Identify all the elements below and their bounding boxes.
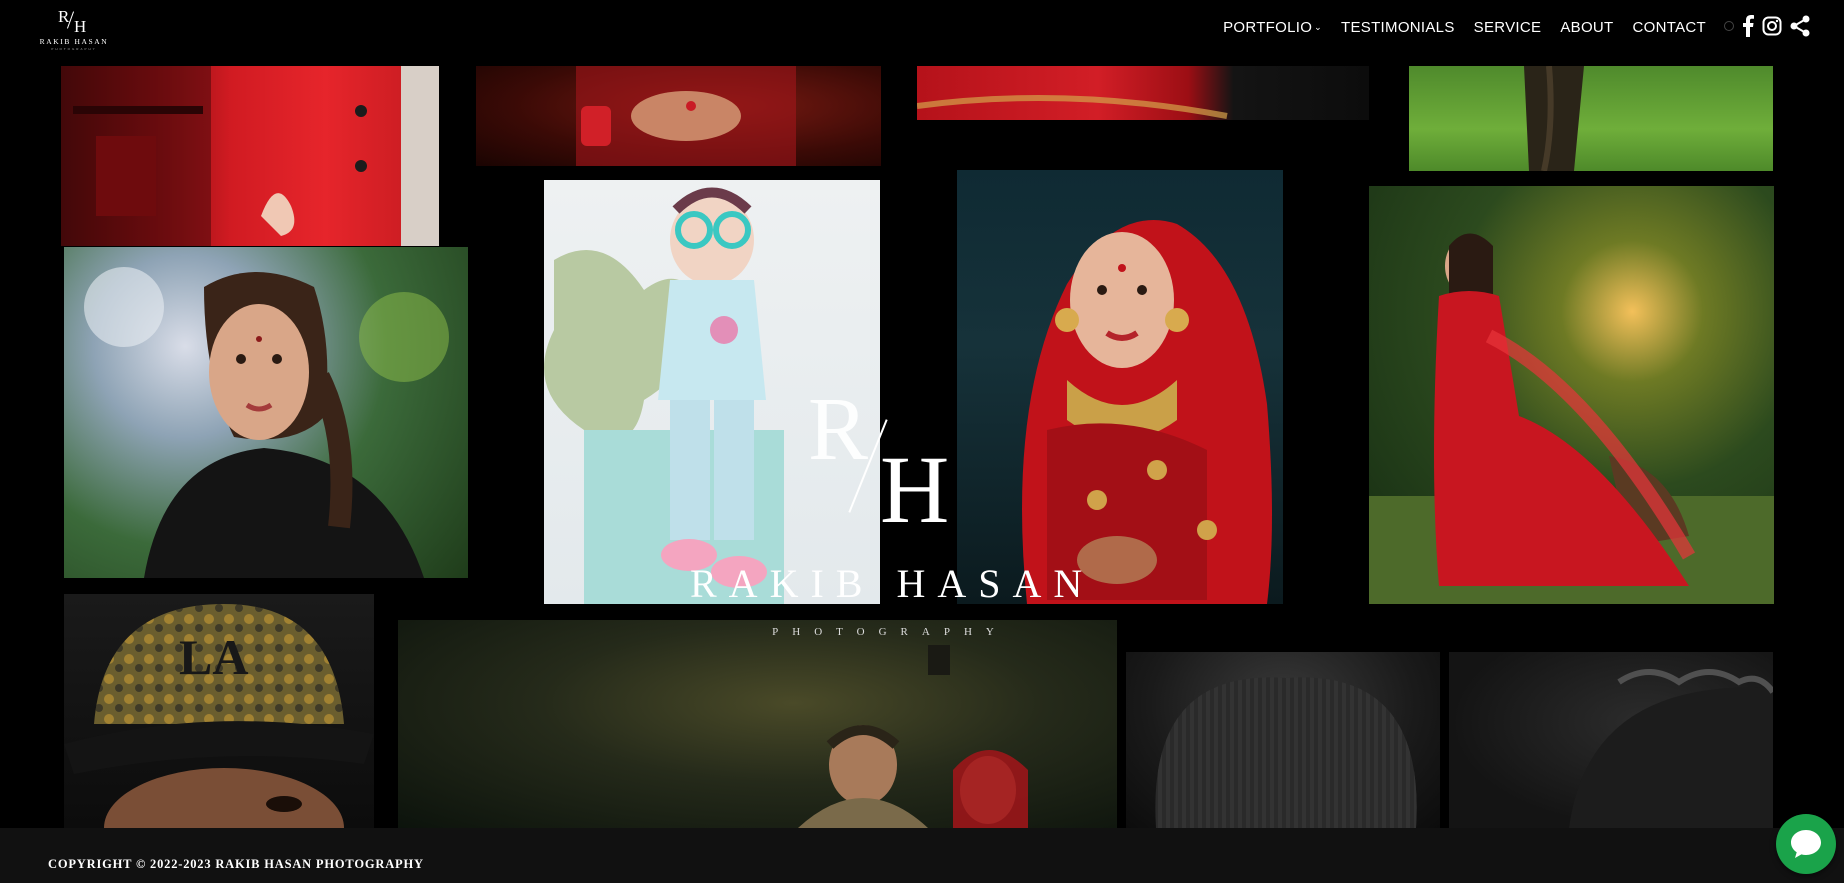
site-logo[interactable]: R H RAKIB HASAN PHOTOGRAPHY (36, 5, 112, 51)
nav-item-about[interactable]: ABOUT (1560, 19, 1613, 36)
watermark-h: H (880, 436, 950, 543)
chat-button[interactable] (1776, 814, 1836, 874)
photo-man-la-cap[interactable]: LA (64, 594, 374, 828)
nav-item-label: SERVICE (1473, 19, 1542, 36)
main-nav: PORTFOLIO ⌄ TESTIMONIALS SERVICE ABOUT C… (1204, 19, 1706, 36)
nav-item-label: PORTFOLIO (1223, 19, 1313, 36)
photo-bw-beanie[interactable] (1126, 652, 1440, 828)
chat-bubble-icon (1791, 830, 1821, 858)
photo-baby-glasses[interactable] (544, 180, 880, 604)
facebook-icon[interactable] (1742, 15, 1754, 37)
logo-subtitle: PHOTOGRAPHY (51, 47, 97, 51)
photo-bw-curly-hair[interactable] (1449, 652, 1773, 828)
instagram-icon[interactable] (1762, 16, 1782, 36)
photo-gallery: LA R H RAKIB HASAN PHOTOGRAPHY (0, 66, 1844, 828)
photo-woman-red-saree-sunset[interactable] (1369, 186, 1774, 604)
logo-h: H (74, 17, 87, 36)
photo-red-hands[interactable] (476, 66, 881, 166)
photo-garden-couple[interactable] (1409, 66, 1773, 171)
site-header: R H RAKIB HASAN PHOTOGRAPHY PORTFOLIO ⌄ … (0, 0, 1844, 66)
nav-item-label: TESTIMONIALS (1341, 19, 1455, 36)
site-footer: COPYRIGHT © 2022-2023 RAKIB HASAN PHOTOG… (0, 828, 1844, 883)
copyright-text: COPYRIGHT © 2022-2023 RAKIB HASAN PHOTOG… (48, 857, 424, 871)
social-links (1724, 15, 1810, 37)
svg-text:LA: LA (179, 629, 248, 685)
photo-portrait-woman-black[interactable] (64, 247, 468, 578)
nav-item-label: CONTACT (1632, 19, 1706, 36)
nav-item-service[interactable]: SERVICE (1474, 19, 1542, 36)
nav-item-label: ABOUT (1560, 19, 1614, 36)
nav-item-contact[interactable]: CONTACT (1633, 19, 1706, 36)
photo-red-suit[interactable] (61, 66, 439, 246)
share-icon[interactable] (1790, 15, 1810, 37)
chevron-down-icon: ⌄ (1314, 22, 1323, 32)
photo-elder-couple[interactable] (398, 620, 1117, 828)
logo-name: RAKIB HASAN (39, 37, 109, 46)
nav-item-testimonials[interactable]: TESTIMONIALS (1341, 19, 1455, 36)
nav-item-portfolio[interactable]: PORTFOLIO ⌄ (1223, 19, 1322, 36)
search-icon[interactable] (1724, 21, 1734, 31)
logo-monogram: R H (36, 5, 112, 36)
photo-bride-red-veil[interactable] (957, 170, 1283, 604)
photo-bride-saree-top[interactable] (917, 66, 1369, 120)
